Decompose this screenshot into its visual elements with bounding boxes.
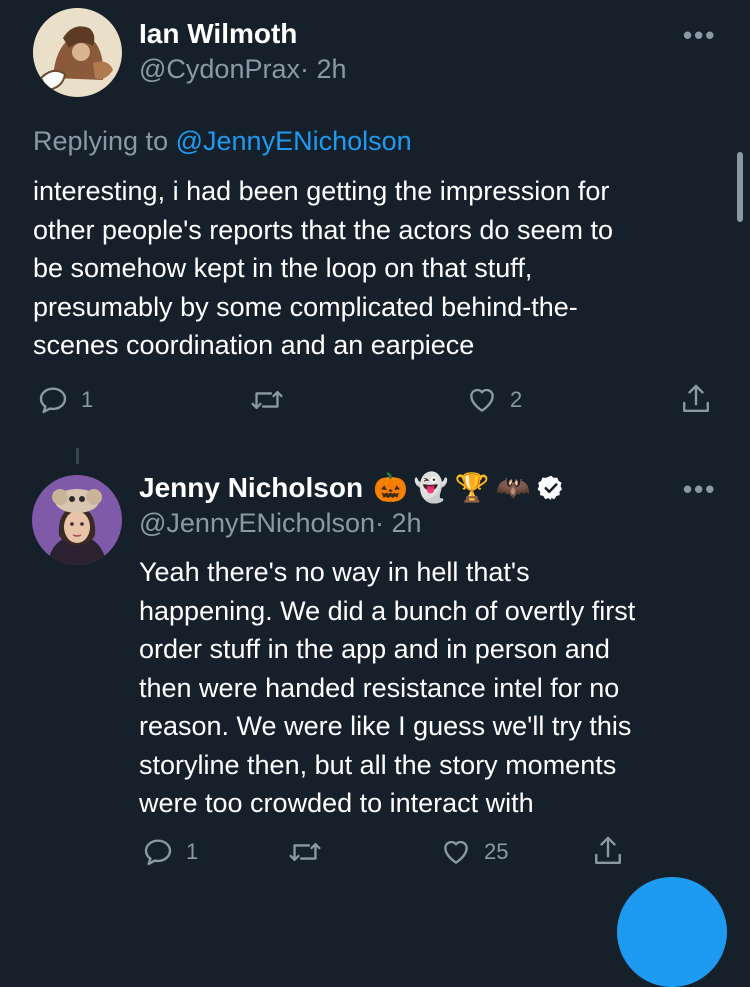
more-horizontal-icon[interactable]: •••	[683, 474, 716, 505]
tweet-text-line: order stuff in the app and in person and	[139, 634, 610, 664]
ghost-emoji: 👻	[413, 472, 449, 503]
author-name-row: Jenny Nicholson 🎃 👻 🏆 🦇	[139, 472, 565, 504]
replying-to-prefix: Replying to	[33, 126, 169, 156]
author-handle[interactable]: @CydonPrax	[139, 54, 300, 84]
replying-to: Replying to @JennyENicholson	[33, 126, 412, 157]
like-count: 2	[510, 387, 523, 412]
retweet-icon	[289, 842, 321, 862]
share-icon	[683, 384, 709, 412]
like-button[interactable]: 25	[440, 836, 508, 868]
tweet-text-line: reason. We were like I guess we'll try t…	[139, 711, 632, 741]
tweet-text-line: happening. We did a bunch of overtly fir…	[139, 595, 636, 626]
tweet-text-line: were too crowded to interact with	[139, 788, 534, 818]
share-icon	[595, 836, 621, 864]
more-horizontal-icon[interactable]: •••	[683, 20, 716, 51]
tweet-text-line: interesting, i had been getting the impr…	[33, 176, 610, 206]
share-button[interactable]	[680, 382, 712, 416]
like-count: 25	[484, 839, 509, 864]
tweet-text-line: presumably by some complicated behind-th…	[33, 291, 578, 322]
avatar-jenny[interactable]	[32, 475, 122, 565]
tweet-time[interactable]: · 2h	[300, 54, 347, 84]
thread-line	[76, 448, 79, 464]
reply-icon	[39, 387, 67, 414]
share-button[interactable]	[592, 834, 624, 868]
reply-count: 1	[186, 839, 199, 864]
tweet-time[interactable]: · 2h	[375, 508, 422, 538]
avatar-ian[interactable]	[33, 8, 122, 97]
tweet-text-line: then were handed resistance intel for no	[139, 672, 620, 703]
pumpkin-emoji: 🎃	[373, 472, 408, 503]
heart-icon	[444, 840, 468, 864]
tweet-text-line: storyline then, but all the story moment…	[139, 749, 617, 780]
retweet-icon	[251, 390, 283, 410]
reply-count: 1	[81, 387, 94, 412]
tweet-text-line: scenes coordination and an earpiece	[33, 330, 475, 360]
tweet-text-line: Yeah there's no way in hell that's	[139, 557, 530, 587]
tweet-text-line: other people's reports that the actors d…	[33, 214, 613, 245]
retweet-button[interactable]	[288, 836, 334, 868]
trophy-emoji: 🏆	[454, 472, 490, 503]
heart-icon	[470, 388, 494, 412]
scrollbar-thumb[interactable]	[737, 152, 743, 222]
author-handle[interactable]: @JennyENicholson	[139, 508, 375, 538]
like-button[interactable]: 2	[466, 384, 522, 416]
reply-button[interactable]: 1	[37, 384, 93, 416]
reply-icon	[144, 839, 172, 866]
author-name[interactable]: Jenny Nicholson	[139, 472, 363, 504]
author-handle-time[interactable]: @CydonPrax· 2h	[139, 54, 347, 85]
author-name[interactable]: Ian Wilmoth	[139, 18, 297, 50]
verified-badge-icon	[537, 475, 562, 501]
author-handle-time[interactable]: @JennyENicholson· 2h	[139, 508, 422, 539]
retweet-button[interactable]	[250, 384, 296, 416]
compose-fab[interactable]	[617, 877, 727, 987]
tweet-text: Yeah there's no way in hell that's happe…	[139, 553, 739, 823]
tweet-text: interesting, i had been getting the impr…	[33, 172, 733, 365]
reply-button[interactable]: 1	[142, 836, 198, 868]
bat-emoji: 🦇	[495, 472, 531, 503]
replying-to-handle[interactable]: @JennyENicholson	[176, 126, 412, 156]
tweet-text-line: be somehow kept in the loop on that stuf…	[33, 253, 533, 283]
